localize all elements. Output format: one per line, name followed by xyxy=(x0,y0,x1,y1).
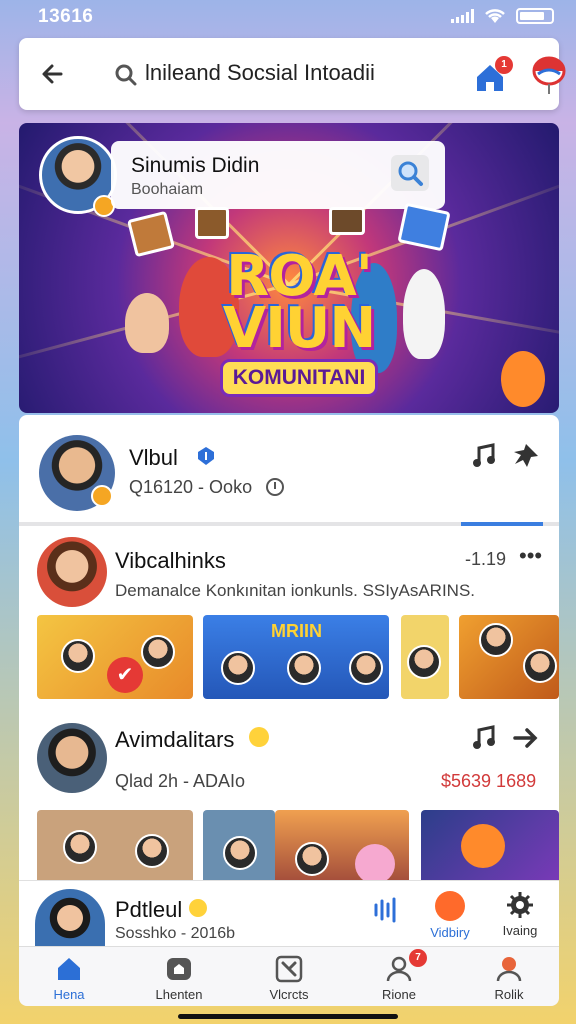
tab-indicator xyxy=(19,522,559,526)
nav-item-home[interactable]: Hena xyxy=(29,955,109,1002)
post-author-name[interactable]: Avimdalitars xyxy=(115,727,234,753)
status-icons xyxy=(451,8,554,24)
smile-emoji-icon xyxy=(189,899,207,917)
music-note-icon[interactable] xyxy=(469,723,499,753)
action-video[interactable]: Vidbiry xyxy=(415,891,485,940)
mini-profile-bar: Pdtleul Sosshko - 2016b Vidbiry Ivaing xyxy=(19,880,559,947)
post-body: Demanalce Konkınitan ionkunls. SSIyAsARI… xyxy=(115,581,476,600)
bottom-navigation: Hena Lhenten Vlcrcts 7 Rione Rolik xyxy=(19,946,559,1006)
thumbnail-caption: MRIIN xyxy=(271,621,322,641)
status-bar: 13616 xyxy=(0,0,576,34)
photo-sticker xyxy=(397,202,451,252)
magnifier-icon xyxy=(398,161,423,186)
verified-shield-icon xyxy=(198,447,214,465)
nav-notification-badge: 7 xyxy=(409,949,427,967)
post-price: $5639 1689 xyxy=(441,771,537,791)
mini-profile-avatar[interactable] xyxy=(35,889,105,947)
mascot-sticker xyxy=(461,824,505,868)
post-thumbnail[interactable]: MRIIN xyxy=(203,615,389,699)
banner-headline: ROA' VIUN xyxy=(222,244,377,361)
top-app-bar: lnileand Socsial Intoadii 1 xyxy=(19,38,566,110)
arrow-right-icon[interactable] xyxy=(511,723,541,753)
post-thumbnail[interactable] xyxy=(459,615,559,699)
banner-profile-name: Sinumis Didin xyxy=(131,154,260,177)
post-author-avatar[interactable] xyxy=(37,537,107,607)
music-note-icon[interactable] xyxy=(469,441,499,471)
character-figure xyxy=(125,293,169,353)
nav-label-home: Hena xyxy=(53,987,85,1002)
nav-item-community[interactable]: Lhenten xyxy=(139,955,219,1002)
post-author-avatar[interactable] xyxy=(37,723,107,793)
banner-subheadline: KOMUNITANI xyxy=(219,359,379,397)
more-options-icon[interactable]: ••• xyxy=(519,543,542,569)
photo-sticker xyxy=(329,207,365,235)
video-book-icon xyxy=(435,891,465,921)
post-thumbnail[interactable] xyxy=(203,810,275,885)
action-settings[interactable]: Ivaing xyxy=(485,891,555,938)
banner-profile-card[interactable]: Sinumis Didin Boohaiam xyxy=(111,141,445,209)
post-thumbnail[interactable]: ✔ xyxy=(37,615,193,699)
home-icon xyxy=(58,958,80,980)
shield-small-icon xyxy=(266,478,284,496)
search-icon xyxy=(115,64,137,86)
audio-wave-icon[interactable] xyxy=(371,895,401,925)
pin-icon[interactable] xyxy=(511,441,541,471)
hero-banner[interactable]: Sinumis Didin Boohaiam ROA' VIUN KOMUNIT… xyxy=(19,123,559,413)
page-title: lnileand Socsial Intoadii xyxy=(145,60,375,85)
mini-profile-meta: Sosshko - 2016b xyxy=(115,925,236,942)
signal-icon xyxy=(451,9,474,23)
verified-badge-icon xyxy=(91,485,113,507)
video-icon xyxy=(275,955,303,983)
nav-item-notifications[interactable]: 7 Rione xyxy=(359,949,439,1002)
nav-label-community: Lhenten xyxy=(155,987,203,1002)
wifi-icon xyxy=(485,9,505,23)
status-time: 13616 xyxy=(38,6,94,27)
smile-emoji-icon xyxy=(249,727,269,747)
notification-badge: 1 xyxy=(495,56,513,74)
nav-label-videos: Vlcrcts xyxy=(269,987,309,1002)
banner-profile-subtitle: Boohaiam xyxy=(131,181,204,198)
post-thumbnail[interactable] xyxy=(421,810,559,885)
mini-profile-name[interactable]: Pdtleul xyxy=(115,897,182,923)
action-video-label: Vidbiry xyxy=(430,925,470,940)
gear-icon xyxy=(507,892,533,918)
post-thumbnail[interactable] xyxy=(275,810,409,885)
nav-label-notifications: Rione xyxy=(382,987,416,1002)
photo-sticker xyxy=(126,210,176,258)
balloon-icon[interactable] xyxy=(529,54,569,96)
user-name[interactable]: Vlbul xyxy=(129,445,178,471)
battery-icon xyxy=(516,8,554,24)
banner-headline-group: ROA' VIUN KOMUNITANI xyxy=(179,244,419,397)
home-button[interactable]: 1 xyxy=(473,56,513,92)
action-settings-label: Ivaing xyxy=(502,923,538,938)
nav-label-profile: Rolik xyxy=(494,987,524,1002)
post-author-name[interactable]: Vibcalhinks xyxy=(115,548,226,574)
post-thumbnail[interactable] xyxy=(37,810,193,885)
post-thumbnail[interactable] xyxy=(401,615,449,699)
banner-search-button[interactable] xyxy=(391,155,429,191)
post-meta: Qlad 2h - ADAIo xyxy=(115,771,246,791)
home-indicator[interactable] xyxy=(178,1014,398,1019)
user-meta: Q16120 - Ooko xyxy=(129,477,253,497)
mascot-figure xyxy=(501,351,545,407)
back-arrow-icon[interactable] xyxy=(37,58,69,90)
heart-like-icon[interactable]: ✔ xyxy=(107,657,143,693)
photo-sticker xyxy=(195,207,229,239)
profile-icon xyxy=(496,957,522,982)
nav-item-videos[interactable]: Vlcrcts xyxy=(249,955,329,1002)
post-timestamp: -1.19 xyxy=(465,549,507,569)
nav-item-profile[interactable]: Rolik xyxy=(469,955,549,1002)
chat-bubble-icon xyxy=(167,958,191,980)
mascot-sticker xyxy=(355,844,395,884)
feed-card: Vlbul Q16120 - Ooko Vibcalhinks -1.19 ••… xyxy=(19,415,559,885)
